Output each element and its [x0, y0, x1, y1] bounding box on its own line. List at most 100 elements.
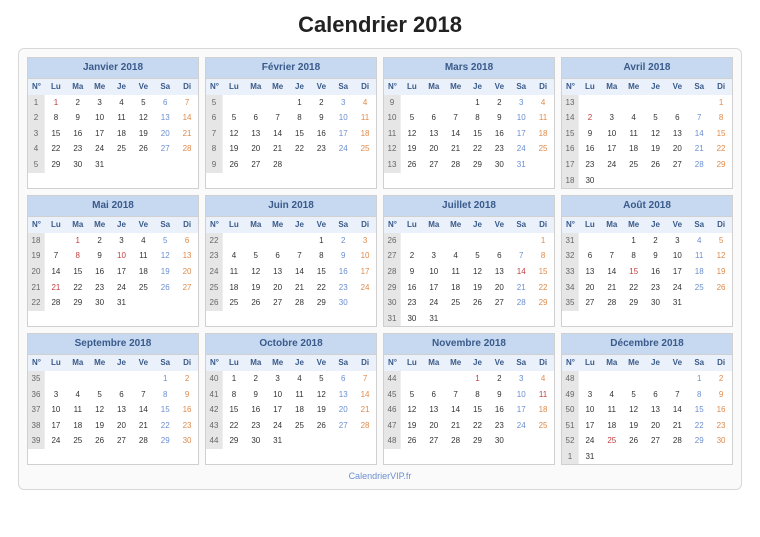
day-cell: 3: [666, 233, 688, 249]
day-cell: 14: [176, 110, 198, 126]
day-cell: [666, 371, 688, 387]
day-cell: [132, 295, 154, 311]
day-cell: 22: [710, 141, 732, 157]
day-cell: 18: [354, 126, 376, 142]
week-number: 24: [206, 264, 223, 280]
week-number: 3: [28, 126, 45, 142]
day-cell: 31: [666, 295, 688, 311]
week-row: 44293031: [206, 433, 376, 449]
day-cell: 10: [423, 264, 445, 280]
day-cell: 13: [666, 126, 688, 142]
day-cell: [623, 95, 645, 111]
day-cell: 14: [445, 126, 467, 142]
day-cell: 3: [510, 95, 532, 111]
day-cell: 23: [310, 141, 332, 157]
week-row: 3023242526272829: [384, 295, 554, 311]
day-cell: 26: [401, 433, 423, 449]
day-cell: 14: [289, 264, 311, 280]
day-cell: 7: [445, 387, 467, 403]
day-cell: 26: [401, 157, 423, 173]
dow-header: Ve: [310, 79, 332, 95]
week-number: 21: [28, 280, 45, 296]
day-cell: 23: [579, 157, 601, 173]
week-row: 22123: [206, 233, 376, 249]
day-cell: 9: [310, 110, 332, 126]
day-cell: 16: [67, 126, 89, 142]
dow-row: N°LuMaMeJeVeSaDi: [384, 79, 554, 95]
day-cell: 11: [67, 402, 89, 418]
week-row: 6567891011: [206, 110, 376, 126]
dow-header: Lu: [401, 79, 423, 95]
dow-row: N°LuMaMeJeVeSaDi: [562, 217, 732, 233]
day-cell: [423, 233, 445, 249]
week-row: 493456789: [562, 387, 732, 403]
day-cell: 7: [132, 387, 154, 403]
day-cell: 19: [154, 264, 176, 280]
day-cell: 8: [289, 110, 311, 126]
dow-header: Je: [467, 79, 489, 95]
week-row: 131: [562, 95, 732, 111]
day-cell: 10: [267, 387, 289, 403]
week-row: 4612131415161718: [384, 402, 554, 418]
week-number: 14: [562, 110, 579, 126]
day-cell: 26: [645, 157, 667, 173]
day-cell: 13: [488, 264, 510, 280]
week-number: 12: [384, 141, 401, 157]
week-row: 3112345: [562, 233, 732, 249]
dow-header: Lu: [45, 355, 67, 371]
day-cell: 20: [423, 141, 445, 157]
week-number: 15: [562, 126, 579, 142]
day-cell: 22: [532, 280, 554, 296]
day-cell: [666, 95, 688, 111]
day-cell: 12: [132, 110, 154, 126]
day-cell: [176, 157, 198, 173]
day-cell: 6: [423, 387, 445, 403]
month-title: Juin 2018: [206, 196, 376, 217]
dow-header: Ma: [245, 355, 267, 371]
day-cell: 16: [89, 264, 111, 280]
week-number: 37: [28, 402, 45, 418]
day-cell: 13: [332, 387, 354, 403]
day-cell: 10: [666, 248, 688, 264]
month-title: Août 2018: [562, 196, 732, 217]
day-cell: 15: [289, 126, 311, 142]
day-cell: 15: [623, 264, 645, 280]
weeknum-header: N°: [384, 79, 401, 95]
day-cell: 27: [154, 141, 176, 157]
dow-row: N°LuMaMeJeVeSaDi: [562, 79, 732, 95]
dow-header: Di: [710, 355, 732, 371]
week-row: 2411121314151617: [206, 264, 376, 280]
day-cell: 12: [154, 248, 176, 264]
week-row: 26252627282930: [206, 295, 376, 311]
week-row: 3924252627282930: [28, 433, 198, 449]
week-row: 41891011121314: [206, 387, 376, 403]
week-row: 313031: [384, 311, 554, 327]
day-cell: 8: [532, 248, 554, 264]
weeknum-header: N°: [384, 217, 401, 233]
day-cell: [445, 311, 467, 327]
dow-header: Me: [623, 217, 645, 233]
dow-header: Je: [289, 79, 311, 95]
week-number: 36: [28, 387, 45, 403]
day-cell: 16: [310, 126, 332, 142]
day-cell: 26: [223, 157, 245, 173]
week-number: 48: [384, 433, 401, 449]
dow-header: Ve: [132, 79, 154, 95]
dow-header: Ve: [488, 355, 510, 371]
dow-header: Lu: [223, 79, 245, 95]
day-cell: 29: [467, 157, 489, 173]
week-row: 326789101112: [562, 248, 732, 264]
dow-header: Me: [445, 79, 467, 95]
day-cell: 19: [89, 418, 111, 434]
day-cell: 24: [267, 418, 289, 434]
day-cell: 6: [645, 387, 667, 403]
day-cell: 16: [645, 264, 667, 280]
weeknum-header: N°: [206, 217, 223, 233]
dow-header: Lu: [401, 355, 423, 371]
week-number: 16: [562, 141, 579, 157]
day-cell: 23: [245, 418, 267, 434]
day-cell: 21: [45, 280, 67, 296]
month-block: Septembre 2018N°LuMaMeJeVeSaDi3512363456…: [27, 333, 199, 465]
day-cell: 2: [332, 233, 354, 249]
week-row: 2121222324252627: [28, 280, 198, 296]
